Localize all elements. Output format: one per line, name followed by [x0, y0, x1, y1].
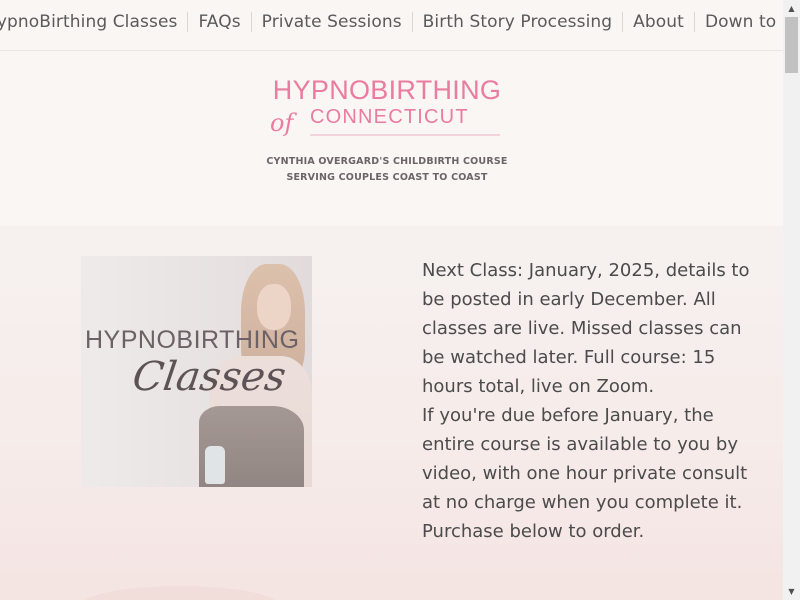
- nav-item-hypnobirthing-classes[interactable]: HypnoBirthing Classes: [0, 12, 177, 32]
- logo-tagline: CYNTHIA OVERGARD'S CHILDBIRTH COURSE: [266, 156, 508, 167]
- image-script-title: Classes: [129, 354, 289, 400]
- nav-divider: [250, 12, 252, 32]
- nav-item-label[interactable]: Birth Story Processing: [423, 12, 613, 32]
- class-description: Next Class: January, 2025, details to be…: [422, 256, 762, 546]
- nav-divider: [187, 12, 189, 32]
- nav-item-faqs[interactable]: FAQs: [177, 12, 241, 32]
- triangle-up-icon[interactable]: ▲: [783, 0, 800, 17]
- nav-item-label[interactable]: Down to Birth Podcast: [705, 12, 783, 32]
- main-content: HYPNOBIRTHING Classes Next Class: Januar…: [0, 226, 783, 600]
- logo-subtitle: CONNECTICUT: [310, 106, 469, 128]
- nav-item-birth-story-processing[interactable]: Birth Story Processing: [402, 12, 613, 32]
- nav-divider: [693, 12, 695, 32]
- image-title: HYPNOBIRTHING: [85, 326, 300, 354]
- nav-item-private-sessions[interactable]: Private Sessions: [241, 12, 402, 32]
- nav-divider: [622, 12, 624, 32]
- triangle-down-icon[interactable]: ▼: [783, 583, 800, 600]
- top-nav: HypnoBirthing Classes FAQs Private Sessi…: [0, 0, 783, 51]
- background-decoration: [80, 586, 280, 600]
- logo-wordmark: HYPNOBIRTHING of CONNECTICUT: [270, 75, 501, 137]
- nav-item-label[interactable]: FAQs: [198, 12, 240, 32]
- description-paragraph: Next Class: January, 2025, details to be…: [422, 260, 750, 397]
- nav-menu: HypnoBirthing Classes FAQs Private Sessi…: [0, 12, 783, 32]
- description-paragraph: If you're due before January, the entire…: [422, 405, 748, 542]
- nav-divider: [411, 12, 413, 32]
- classes-image[interactable]: HYPNOBIRTHING Classes: [81, 256, 312, 487]
- page-scrollbar[interactable]: ▲ ▼: [783, 0, 800, 600]
- nav-item-label[interactable]: HypnoBirthing Classes: [0, 12, 177, 32]
- logo-tagline: SERVING COUPLES COAST TO COAST: [286, 172, 488, 183]
- site-header: HYPNOBIRTHING of CONNECTICUT CYNTHIA OVE…: [0, 51, 783, 226]
- scrollbar-thumb[interactable]: [785, 17, 798, 73]
- site-logo[interactable]: HYPNOBIRTHING of CONNECTICUT CYNTHIA OVE…: [262, 73, 512, 193]
- nav-item-about[interactable]: About: [612, 12, 684, 32]
- nav-item-podcast[interactable]: Down to Birth Podcast: [684, 12, 783, 32]
- logo-title: HYPNOBIRTHING: [273, 75, 501, 105]
- nav-item-label[interactable]: About: [633, 12, 684, 32]
- nav-item-label[interactable]: Private Sessions: [262, 12, 402, 32]
- logo-of-script: of: [270, 109, 297, 137]
